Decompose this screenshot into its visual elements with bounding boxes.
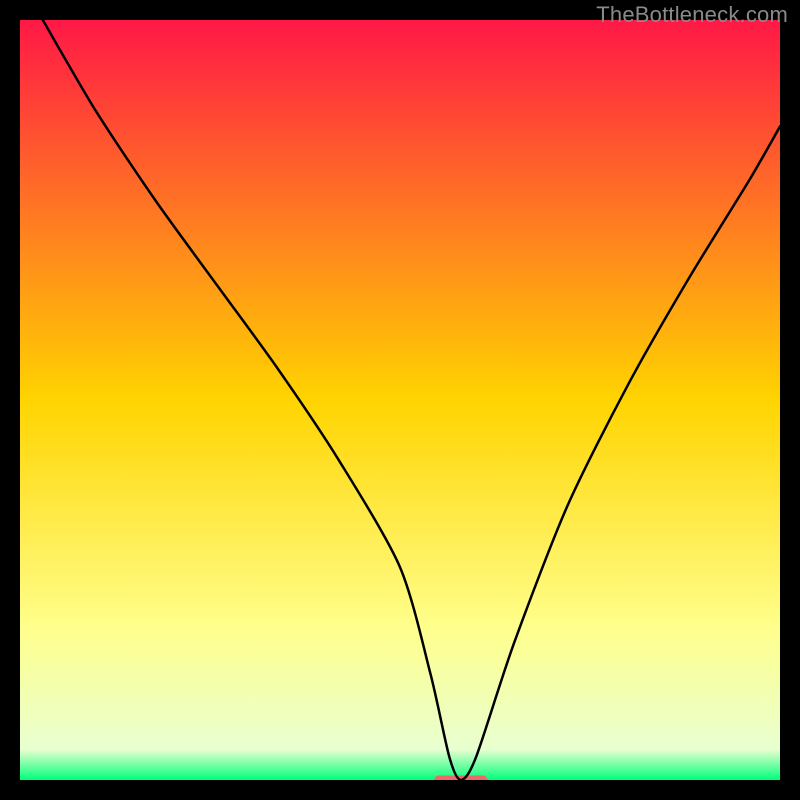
chart-container: TheBottleneck.com <box>0 0 800 800</box>
gradient-background <box>20 20 780 780</box>
watermark-text: TheBottleneck.com <box>596 2 788 28</box>
chart-svg <box>20 20 780 780</box>
plot-area <box>20 20 780 780</box>
